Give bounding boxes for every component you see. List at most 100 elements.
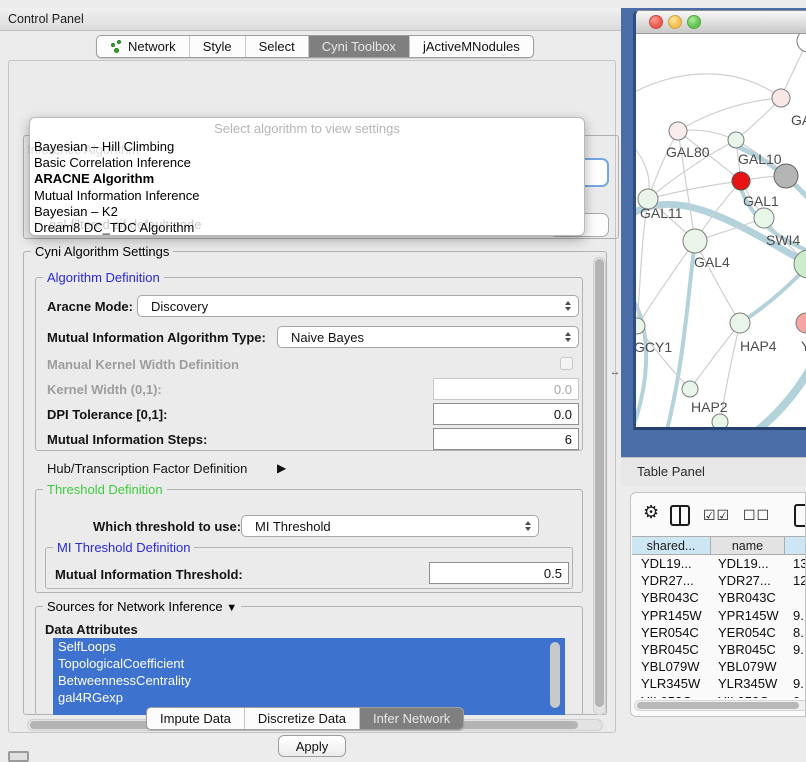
network-window-titlebar[interactable] [636, 11, 806, 34]
collapsed-panel-icon[interactable] [8, 751, 29, 762]
node-partial-bottom[interactable] [712, 414, 728, 428]
cell[interactable]: YBR045C [632, 642, 711, 657]
cell[interactable]: YBR045C [711, 642, 785, 657]
columns-icon[interactable] [670, 505, 690, 526]
node-hap2[interactable] [682, 381, 698, 397]
algorithm-dropdown-popup: Select algorithm to view settings Bayesi… [29, 117, 585, 236]
table-row[interactable]: YBR045CYBR045C9. [632, 641, 806, 658]
node-gray[interactable] [774, 164, 798, 188]
select-all-checkboxes-icon[interactable]: ☑☑ [703, 507, 730, 524]
cell[interactable]: YBL079W [632, 659, 711, 674]
cell[interactable]: 9. [785, 608, 806, 623]
cell[interactable]: YIL052C [632, 694, 711, 698]
cell[interactable]: YPR145W [632, 608, 711, 623]
list-item-selected[interactable]: gal4RGexp [53, 689, 565, 706]
tab-jactivemnodules[interactable]: jActiveMNodules [410, 36, 533, 57]
dropdown-item-aracne[interactable]: ARACNE Algorithm [30, 171, 584, 187]
tab-network-label: Network [128, 39, 176, 54]
cell[interactable]: YER054C [711, 625, 785, 640]
table-row[interactable]: YDL19...YDL19...13 [632, 555, 806, 572]
dpi-tolerance-field[interactable]: 0.0 [433, 403, 579, 425]
cell[interactable]: YDR27... [711, 573, 785, 588]
table-horizontal-scrollbar[interactable] [634, 700, 806, 711]
list-item-selected[interactable]: BetweennessCentrality [53, 672, 565, 689]
cell[interactable]: YER054C [632, 625, 711, 640]
cell[interactable]: YDL19... [711, 556, 785, 571]
list-item-selected[interactable]: TopologicalCoefficient [53, 655, 565, 672]
cell[interactable]: YBR043C [711, 590, 785, 605]
tab-cyni-toolbox[interactable]: Cyni Toolbox [309, 36, 410, 57]
deselect-all-checkboxes-icon[interactable]: ☐☐ [743, 507, 770, 524]
table-row[interactable]: YLR345WYLR345W9. [632, 675, 806, 692]
column-header-shared[interactable]: shared... [632, 536, 711, 555]
tab-infer-network[interactable]: Infer Network [360, 708, 463, 729]
cell[interactable]: YIL052C [711, 694, 785, 698]
node-label: GAL80 [666, 144, 710, 160]
dropdown-item[interactable]: Bayesian – Hill Climbing [30, 139, 584, 155]
table-row[interactable]: YBL079WYBL079W [632, 658, 806, 675]
column-header-partial[interactable] [785, 536, 806, 555]
cell[interactable]: 9 [785, 694, 806, 698]
node-pink[interactable] [772, 89, 790, 107]
which-threshold-combo[interactable]: MI Threshold [241, 515, 539, 537]
tab-impute-data[interactable]: Impute Data [147, 708, 245, 729]
table-row[interactable]: YPR145WYPR145W9. [632, 607, 806, 624]
node-hap4[interactable] [730, 313, 750, 333]
mac-zoom-icon[interactable] [687, 15, 701, 29]
mi-type-combo[interactable]: Naive Bayes [277, 326, 579, 348]
cell[interactable]: 12 [785, 573, 806, 588]
tab-network[interactable]: Network [97, 36, 190, 57]
cell[interactable]: YDR27... [632, 573, 711, 588]
cell[interactable]: YLR345W [632, 676, 711, 691]
data-attributes-list[interactable]: SelfLoops TopologicalCoefficient Between… [53, 638, 565, 715]
mi-threshold-field[interactable]: 0.5 [429, 562, 569, 584]
node-gal4[interactable] [683, 229, 707, 253]
aracne-mode-combo[interactable]: Discovery [137, 295, 579, 317]
table-row[interactable]: YDR27...YDR27...12 [632, 572, 806, 589]
dropdown-item[interactable]: Dream8 DC_TDC Algorithm [30, 220, 584, 236]
node-salmon[interactable] [796, 313, 806, 333]
cell[interactable]: 13 [785, 556, 806, 571]
mac-minimize-icon[interactable] [668, 15, 682, 29]
mi-steps-field[interactable]: 6 [433, 428, 579, 450]
column-header-name[interactable]: name [711, 536, 785, 555]
attributes-list-scrollbar[interactable] [549, 641, 561, 712]
cell[interactable]: YLR345W [711, 676, 785, 691]
node-label: GCY1 [636, 339, 672, 355]
mac-close-icon[interactable] [649, 15, 663, 29]
node-gal80[interactable] [669, 122, 687, 140]
cell[interactable]: YDL19... [632, 556, 711, 571]
network-view-window[interactable]: GAL GAL80 GAL10 GAL1 GAL11 SWI4 GAL4 GCY… [633, 10, 806, 430]
table-row[interactable]: YIL052CYIL052C9 [632, 693, 806, 699]
cell[interactable]: 9. [785, 642, 806, 657]
tab-select-label: Select [259, 39, 295, 54]
table-row[interactable]: YBR043CYBR043C [632, 589, 806, 606]
hub-expand-arrow-icon[interactable]: ▶ [277, 461, 286, 475]
hub-definition-label[interactable]: Hub/Transcription Factor Definition [47, 461, 247, 476]
dropdown-item[interactable]: Bayesian – K2 [30, 204, 584, 220]
cell[interactable]: YPR145W [711, 608, 785, 623]
network-graph-canvas[interactable]: GAL GAL80 GAL10 GAL1 GAL11 SWI4 GAL4 GCY… [636, 34, 806, 428]
cell[interactable]: YBL079W [711, 659, 785, 674]
tab-discretize-data[interactable]: Discretize Data [245, 708, 360, 729]
cell[interactable]: 9. [785, 676, 806, 691]
table-row[interactable]: YER054CYER054C8. [632, 624, 806, 641]
list-item-selected[interactable]: SelfLoops [53, 638, 565, 655]
tab-style-label: Style [203, 39, 232, 54]
cell[interactable]: 8. [785, 625, 806, 640]
dropdown-item[interactable]: Mutual Information Inference [30, 188, 584, 204]
sources-collapse-arrow-icon[interactable]: ▼ [226, 602, 237, 614]
table-function-icon[interactable] [794, 504, 806, 527]
node-red-selected[interactable] [732, 172, 750, 190]
node-gal1[interactable] [754, 208, 774, 228]
cell[interactable]: YBR043C [632, 590, 711, 605]
tab-style[interactable]: Style [190, 36, 246, 57]
settings-vertical-scrollbar[interactable] [593, 257, 606, 715]
gear-icon[interactable]: ⚙ [643, 502, 659, 523]
tab-select[interactable]: Select [246, 36, 309, 57]
apply-button[interactable]: Apply [278, 735, 346, 757]
network-nodes[interactable] [636, 34, 806, 428]
dropdown-item[interactable]: Basic Correlation Inference [30, 155, 584, 171]
node-gal10[interactable] [728, 132, 744, 148]
node-partial-top[interactable] [797, 34, 806, 52]
